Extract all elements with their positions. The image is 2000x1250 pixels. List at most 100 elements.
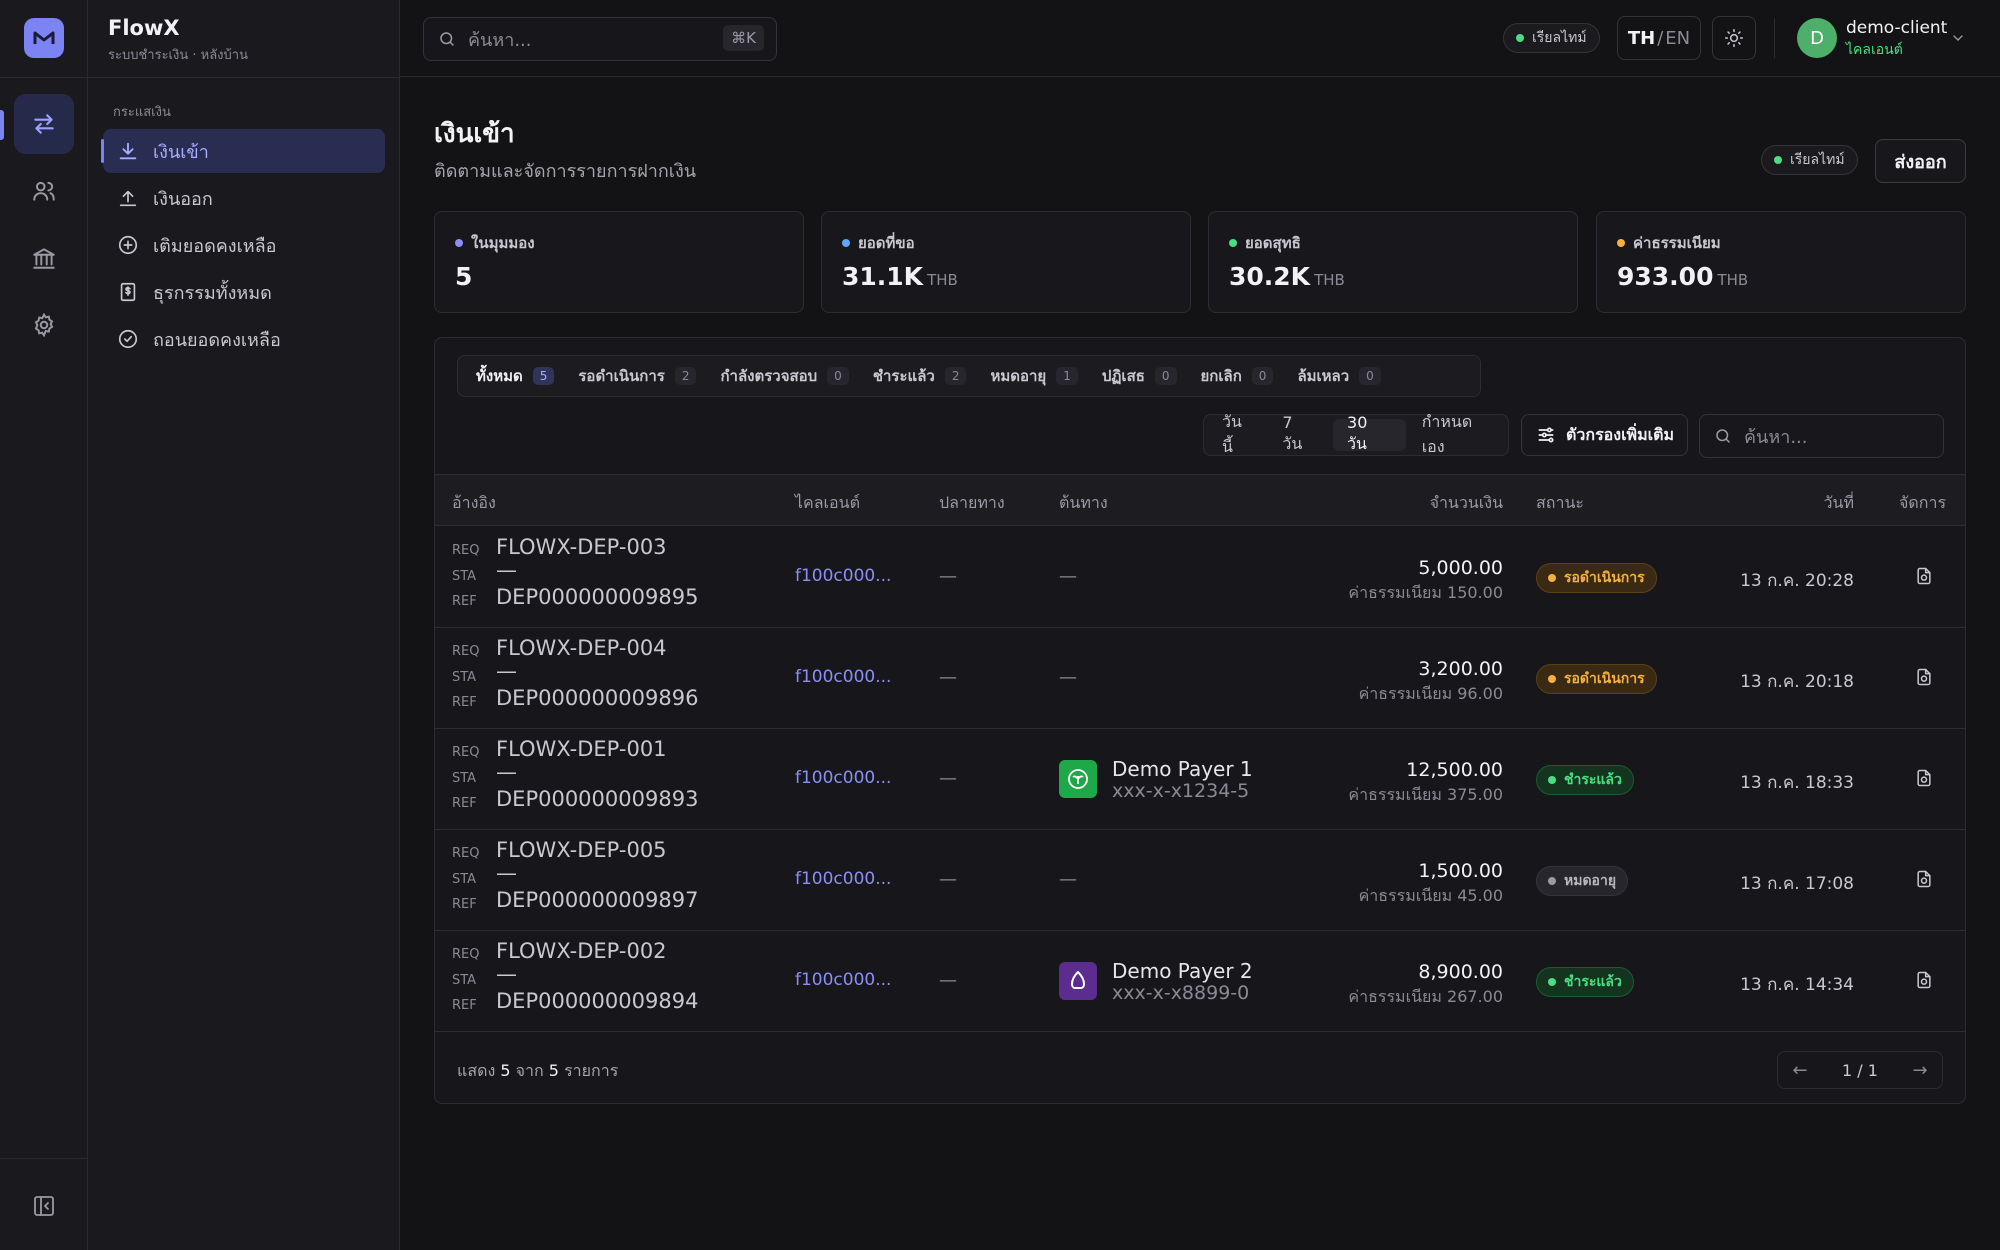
status-dot bbox=[1548, 574, 1556, 582]
sidebar-item-deposits[interactable]: เงินเข้า bbox=[101, 129, 385, 173]
chevron-down-icon[interactable] bbox=[1950, 30, 1966, 46]
sidebar-item-withdrawals[interactable]: เงินออก bbox=[103, 176, 385, 220]
page-indicator: 1 / 1 bbox=[1842, 1060, 1878, 1080]
status-dot bbox=[1548, 877, 1556, 885]
range-today[interactable]: วันนี้ bbox=[1208, 412, 1266, 456]
stat-unit: THB bbox=[1314, 271, 1345, 289]
tab-count: 1 bbox=[1056, 367, 1078, 385]
rail-bank-button[interactable] bbox=[14, 228, 74, 288]
sidebar-item-topup[interactable]: เติมยอดคงเหลือ bbox=[103, 223, 385, 267]
app-subtitle: ระบบชำระเงิน · หลังบ้าน bbox=[108, 48, 248, 63]
tab-label: หมดอายุ bbox=[990, 367, 1047, 385]
more-filters-button[interactable]: ตัวกรองเพิ่มเติม bbox=[1521, 414, 1688, 456]
ref-label: REF bbox=[452, 594, 477, 609]
range-30-days[interactable]: 30 วัน bbox=[1333, 413, 1406, 453]
tab-failed[interactable]: ล้มเหลว 0 bbox=[1285, 360, 1392, 392]
client-link[interactable]: f100c000... bbox=[795, 768, 891, 788]
col-ref[interactable]: อ้างอิง bbox=[452, 491, 496, 516]
range-7-days[interactable]: 7 วัน bbox=[1268, 413, 1331, 453]
stat-card-requested: ยอดที่ขอ 31.1K THB bbox=[821, 211, 1191, 313]
sta-value: — bbox=[496, 558, 517, 582]
client-link[interactable]: f100c000... bbox=[795, 970, 891, 990]
destination-value: — bbox=[939, 768, 957, 789]
table-row[interactable]: REQ FLOWX-DEP-002 STA — REF DEP000000009894 f1… bbox=[435, 931, 1965, 1032]
active-indicator bbox=[0, 110, 4, 140]
scb-logo-icon bbox=[1059, 962, 1097, 1000]
stat-label: ยอดที่ขอ bbox=[842, 231, 915, 255]
sidebar-item-withdraw-balance[interactable]: ถอนยอดคงเหลือ bbox=[103, 317, 385, 361]
stat-label: ค่าธรรมเนียม bbox=[1617, 231, 1721, 255]
stat-number: 31.1K bbox=[842, 262, 924, 291]
tab-all[interactable]: ทั้งหมด 5 bbox=[464, 360, 566, 392]
pagination: ← 1 / 1 → bbox=[1777, 1051, 1943, 1089]
date-value: 13 ก.ค. 18:33 bbox=[1740, 773, 1854, 793]
receipt-view-icon[interactable] bbox=[1914, 869, 1934, 889]
user-name[interactable]: demo-client bbox=[1846, 18, 1947, 38]
next-page-button[interactable]: → bbox=[1898, 1052, 1942, 1088]
language-switcher[interactable]: TH / EN bbox=[1617, 16, 1701, 60]
stat-dot bbox=[842, 239, 850, 247]
tab-paid[interactable]: ชำระแล้ว 2 bbox=[861, 360, 979, 392]
client-link[interactable]: f100c000... bbox=[795, 566, 891, 586]
receipt-view-icon[interactable] bbox=[1914, 667, 1934, 687]
table-search-input[interactable]: ค้นหา... bbox=[1699, 414, 1944, 458]
client-link[interactable]: f100c000... bbox=[795, 869, 891, 889]
rail-users-button[interactable] bbox=[14, 161, 74, 221]
status-badge: รอดำเนินการ bbox=[1536, 563, 1657, 593]
table-row[interactable]: REQ FLOWX-DEP-003 STA — REF DEP000000009895 f1… bbox=[435, 527, 1965, 628]
tab-expired[interactable]: หมดอายุ 1 bbox=[978, 360, 1089, 392]
pagination-summary: แสดง 5 จาก 5 รายการ bbox=[457, 1059, 618, 1084]
prev-page-button[interactable]: ← bbox=[1778, 1052, 1822, 1088]
divider bbox=[1774, 18, 1775, 58]
rail-transfers-button[interactable] bbox=[14, 94, 74, 154]
req-label: REQ bbox=[452, 947, 480, 962]
tab-count: 0 bbox=[1359, 367, 1381, 385]
global-search-input[interactable]: ค้นหา... ⌘K bbox=[423, 17, 777, 61]
amount-value: 1,500.00 bbox=[1418, 860, 1503, 882]
upload-icon bbox=[117, 187, 139, 209]
divider bbox=[0, 1158, 88, 1159]
page-title: เงินเข้า bbox=[434, 119, 515, 149]
tab-rejected[interactable]: ปฏิเสธ 0 bbox=[1090, 360, 1189, 392]
lang-other: EN bbox=[1665, 27, 1691, 49]
stat-label-text: ในมุมมอง bbox=[471, 234, 535, 252]
col-date[interactable]: วันที่ bbox=[1824, 491, 1854, 516]
req-label: REQ bbox=[452, 745, 480, 760]
col-source[interactable]: ต้นทาง bbox=[1059, 491, 1108, 516]
col-destination[interactable]: ปลายทาง bbox=[939, 491, 1005, 516]
table-row[interactable]: REQ FLOWX-DEP-001 STA — REF DEP000000009893 f1… bbox=[435, 729, 1965, 830]
source-account: xxx-x-x8899-0 bbox=[1112, 982, 1250, 1004]
col-client[interactable]: ไคลเอนต์ bbox=[795, 491, 860, 516]
client-link[interactable]: f100c000... bbox=[795, 667, 891, 687]
table-row[interactable]: REQ FLOWX-DEP-005 STA — REF DEP000000009897 f1… bbox=[435, 830, 1965, 931]
tab-count: 2 bbox=[674, 367, 697, 385]
sidebar-item-label: ธุรกรรมทั้งหมด bbox=[153, 282, 272, 304]
receipt-view-icon[interactable] bbox=[1914, 970, 1934, 990]
top-bar: ค้นหา... ⌘K เรียลไทม์ TH / EN D demo-cli… bbox=[400, 0, 2000, 77]
tab-count: 0 bbox=[827, 367, 849, 385]
tab-label: รอดำเนินการ bbox=[578, 367, 665, 385]
app-logo-icon[interactable] bbox=[24, 18, 64, 58]
col-status[interactable]: สถานะ bbox=[1536, 491, 1584, 516]
stat-value: 31.1K THB bbox=[842, 262, 958, 291]
live-dot bbox=[1516, 34, 1524, 42]
table-row[interactable]: REQ FLOWX-DEP-004 STA — REF DEP000000009896 f1… bbox=[435, 628, 1965, 729]
receipt-view-icon[interactable] bbox=[1914, 768, 1934, 788]
tab-pending[interactable]: รอดำเนินการ 2 bbox=[566, 360, 708, 392]
tab-cancelled[interactable]: ยกเลิก 0 bbox=[1189, 360, 1286, 392]
receipt-view-icon[interactable] bbox=[1914, 566, 1934, 586]
theme-toggle-button[interactable] bbox=[1712, 16, 1756, 60]
rail-settings-button[interactable] bbox=[14, 295, 74, 355]
sidebar-item-transactions[interactable]: ธุรกรรมทั้งหมด bbox=[103, 270, 385, 314]
app-name: FlowX bbox=[108, 16, 180, 40]
range-custom[interactable]: กำหนดเอง bbox=[1408, 412, 1508, 456]
stat-card-fees: ค่าธรรมเนียม 933.00 THB bbox=[1596, 211, 1966, 313]
req-value: FLOWX-DEP-002 bbox=[496, 939, 667, 963]
avatar[interactable]: D bbox=[1797, 18, 1837, 58]
icon-rail bbox=[0, 0, 88, 1250]
tab-reviewing[interactable]: กำลังตรวจสอบ 0 bbox=[708, 360, 860, 392]
col-amount[interactable]: จำนวนเงิน bbox=[1430, 491, 1503, 516]
collapse-sidebar-button[interactable] bbox=[14, 1176, 74, 1236]
fee-value: ค่าธรรมเนียม 45.00 bbox=[1358, 886, 1503, 905]
export-button[interactable]: ส่งออก bbox=[1875, 139, 1966, 183]
